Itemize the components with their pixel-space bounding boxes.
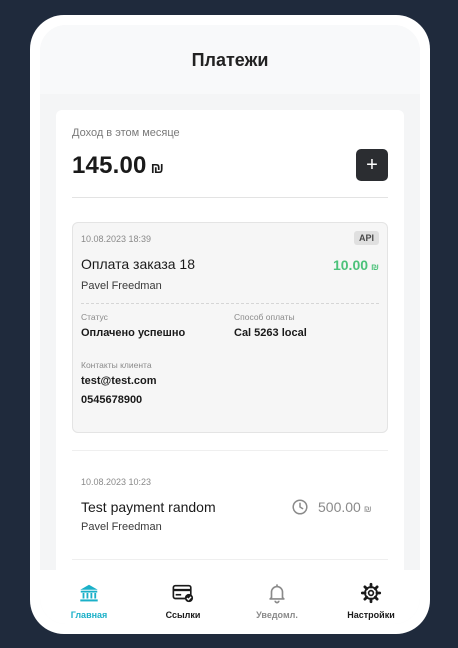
status-label: Статус: [81, 312, 108, 322]
bank-icon: [80, 584, 98, 602]
payment-currency: ₪: [363, 504, 372, 514]
divider: [72, 197, 388, 198]
dashed-divider: [81, 303, 379, 304]
payment-customer: Pavel Freedman: [81, 280, 162, 292]
payment-amount: 10.00 ₪: [333, 257, 379, 273]
customer-email: test@test.com: [81, 375, 157, 387]
income-currency: ₪: [150, 160, 165, 177]
nav-item-links[interactable]: Ссылки: [136, 570, 230, 624]
clock-icon: [292, 499, 308, 515]
customer-phone: 0545678900: [81, 394, 143, 406]
income-total: 145.00 ₪: [72, 152, 164, 180]
page-title: Платежи: [191, 50, 269, 70]
payment-date: 10.08.2023 10:23: [81, 477, 152, 487]
divider: [72, 450, 388, 451]
payment-card-expanded[interactable]: 10.08.2023 18:39 API Оплата заказа 18 10…: [72, 222, 388, 433]
nav-label-settings: Настройки: [347, 610, 395, 620]
app-screen: Платежи Доход в этом месяце 145.00 ₪ + 10…: [40, 25, 420, 624]
status-value: Оплачено успешно: [81, 327, 186, 339]
page-header: Платежи: [40, 25, 420, 94]
bottom-nav: Главная Ссылки Уведомл. Настройки: [40, 570, 420, 624]
nav-item-home[interactable]: Главная: [42, 570, 136, 624]
divider: [72, 559, 388, 560]
phone-frame: Платежи Доход в этом месяце 145.00 ₪ + 10…: [30, 15, 430, 634]
payment-customer: Pavel Freedman: [81, 521, 162, 533]
card-link-icon: [172, 584, 194, 603]
contacts-label: Контакты клиента: [81, 360, 152, 370]
payment-title: Оплата заказа 18: [81, 256, 195, 272]
income-value: 145.00: [72, 152, 147, 179]
income-label: Доход в этом месяце: [72, 127, 180, 139]
bell-icon: [269, 584, 285, 604]
gear-icon: [360, 582, 382, 604]
nav-item-notifications[interactable]: Уведомл.: [230, 570, 324, 624]
payment-method-label: Способ оплаты: [234, 312, 295, 322]
payment-amount-value: 500.00: [318, 499, 361, 515]
payment-date: 10.08.2023 18:39: [81, 234, 152, 244]
payments-card: Доход в этом месяце 145.00 ₪ + 10.08.2023…: [56, 110, 404, 590]
payment-amount: 500.00 ₪: [318, 499, 371, 515]
payment-currency: ₪: [371, 262, 379, 272]
payment-amount-value: 10.00: [332, 257, 369, 273]
add-payment-button[interactable]: +: [356, 149, 388, 181]
nav-label-notifications: Уведомл.: [256, 610, 298, 620]
payment-method-value: Cal 5263 local: [234, 327, 307, 339]
payment-title: Test payment random: [81, 499, 216, 515]
nav-label-home: Главная: [70, 610, 108, 620]
nav-label-links: Ссылки: [165, 610, 201, 620]
api-badge: API: [353, 231, 379, 245]
nav-item-settings[interactable]: Настройки: [324, 570, 418, 624]
